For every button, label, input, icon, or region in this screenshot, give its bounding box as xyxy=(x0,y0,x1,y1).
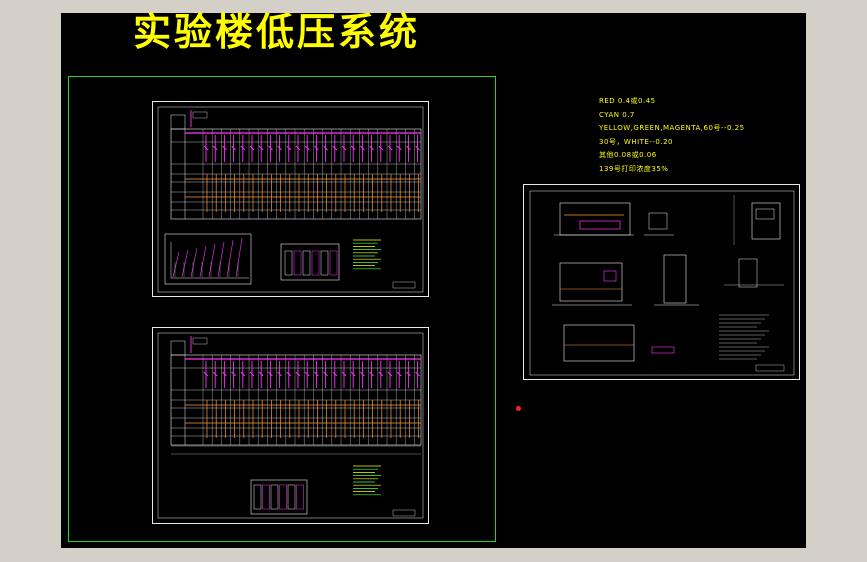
pen-note: 30号，WHITE--0.20 xyxy=(599,137,673,146)
system-diagram-1-drawing xyxy=(157,106,424,293)
system-diagram-sheet-1[interactable] xyxy=(152,101,429,297)
pen-note: CYAN 0.7 xyxy=(599,110,635,119)
pen-note: 其他0.08或0.06 xyxy=(599,151,657,159)
cursor-marker xyxy=(516,406,521,411)
system-diagram-2-drawing xyxy=(157,332,424,519)
layout-plan-drawing xyxy=(529,190,795,376)
system-diagram-sheet-2[interactable] xyxy=(152,327,429,524)
drawing-title: 实验楼低压系统 xyxy=(133,10,421,54)
pen-note: YELLOW,GREEN,MAGENTA,60号--0.25 xyxy=(599,124,745,132)
layout-plan-sheet[interactable] xyxy=(523,184,800,380)
pen-note: RED 0.4或0.45 xyxy=(599,97,656,105)
pen-note: 139号打印浓度35% xyxy=(599,164,669,173)
pen-weight-notes: RED 0.4或0.45 CYAN 0.7 YELLOW,GREEN,MAGEN… xyxy=(599,95,745,176)
drawing-canvas[interactable]: 实验楼低压系统 RED 0.4或0.45 CYAN 0.7 YELLOW,GRE… xyxy=(61,13,806,548)
